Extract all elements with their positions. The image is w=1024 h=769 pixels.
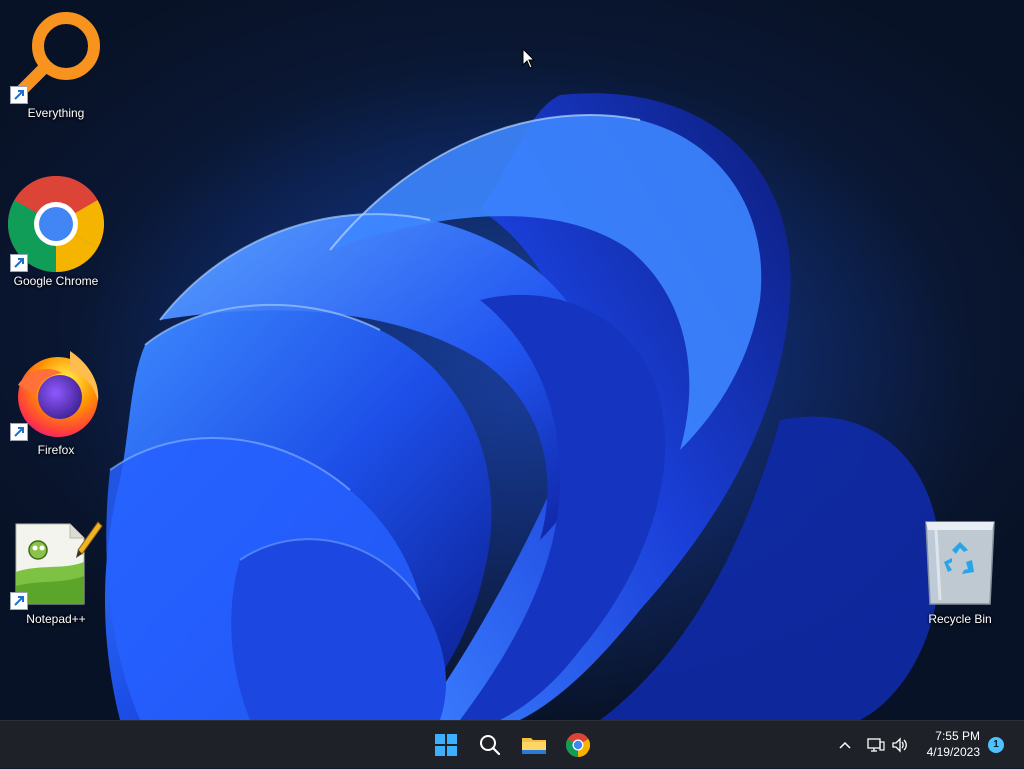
desktop-icon-firefox[interactable]: Firefox bbox=[6, 345, 106, 457]
taskbar: 7:55 PM 4/19/2023 1 bbox=[0, 720, 1024, 768]
chrome-taskbar-button[interactable] bbox=[560, 727, 596, 763]
search-button[interactable] bbox=[472, 727, 508, 763]
start-icon bbox=[435, 734, 457, 756]
desktop-icon-google-chrome[interactable]: Google Chrome bbox=[6, 175, 106, 288]
desktop-icon-label: Recycle Bin bbox=[928, 612, 992, 626]
shortcut-arrow-icon bbox=[10, 423, 28, 441]
chevron-up-icon bbox=[839, 741, 851, 749]
clock-button[interactable]: 7:55 PM 4/19/2023 bbox=[900, 728, 980, 760]
desktop-icon-label: Notepad++ bbox=[26, 612, 86, 626]
file-explorer-button[interactable] bbox=[516, 727, 552, 763]
shortcut-arrow-icon bbox=[10, 86, 28, 104]
start-button[interactable] bbox=[428, 727, 464, 763]
network-status-button[interactable] bbox=[864, 721, 888, 769]
chrome-icon bbox=[566, 733, 590, 757]
desktop-icon-label: Everything bbox=[27, 106, 85, 120]
desktop-icon-label: Firefox bbox=[37, 443, 75, 457]
recycle-bin-icon bbox=[925, 521, 995, 605]
desktop[interactable]: Everything Google Chrome Firefox Notepad… bbox=[0, 0, 1024, 720]
wallpaper-bloom bbox=[60, 70, 980, 720]
search-icon bbox=[480, 735, 501, 756]
shortcut-arrow-icon bbox=[10, 254, 28, 272]
clock-time: 7:55 PM bbox=[935, 729, 980, 743]
network-icon bbox=[867, 738, 885, 752]
file-explorer-icon bbox=[522, 738, 546, 754]
shortcut-arrow-icon bbox=[10, 592, 28, 610]
desktop-icon-recycle-bin[interactable]: Recycle Bin bbox=[910, 514, 1010, 626]
mouse-cursor-icon bbox=[522, 48, 536, 69]
clock-date: 4/19/2023 bbox=[926, 745, 980, 759]
notification-badge[interactable]: 1 bbox=[988, 737, 1004, 753]
show-hidden-icons-button[interactable] bbox=[834, 721, 856, 769]
desktop-icon-notepad-plus-plus[interactable]: Notepad++ bbox=[6, 514, 106, 626]
desktop-icon-everything[interactable]: Everything bbox=[6, 8, 106, 120]
desktop-icon-label: Google Chrome bbox=[13, 274, 99, 288]
